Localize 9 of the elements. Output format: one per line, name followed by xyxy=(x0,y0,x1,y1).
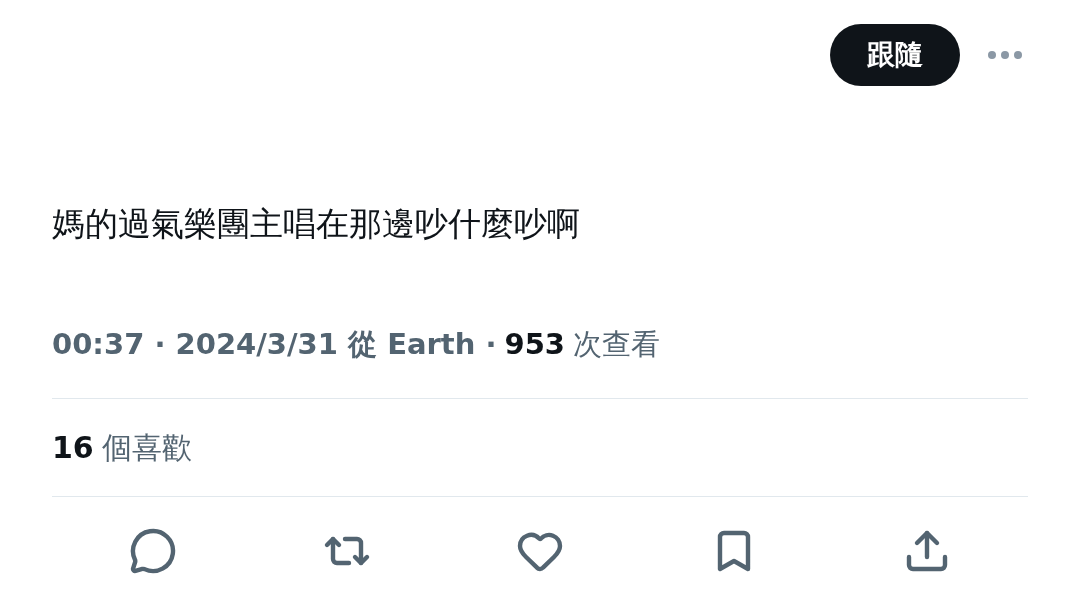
like-label[interactable]: 個喜歡 xyxy=(101,399,192,496)
reply-button[interactable] xyxy=(129,527,177,575)
follow-button[interactable]: 跟隨 xyxy=(830,24,960,86)
view-count: 953 xyxy=(504,326,565,363)
speech-bubble-icon xyxy=(129,527,177,575)
tweet-text: 媽的過氣樂團主唱在那邊吵什麼吵啊 xyxy=(52,204,581,244)
like-count[interactable]: 16 xyxy=(52,399,94,496)
tweet-timestamp[interactable]: 00:37 · 2024/3/31 從 Earth · xyxy=(52,324,497,364)
view-label: 次查看 xyxy=(573,326,660,363)
